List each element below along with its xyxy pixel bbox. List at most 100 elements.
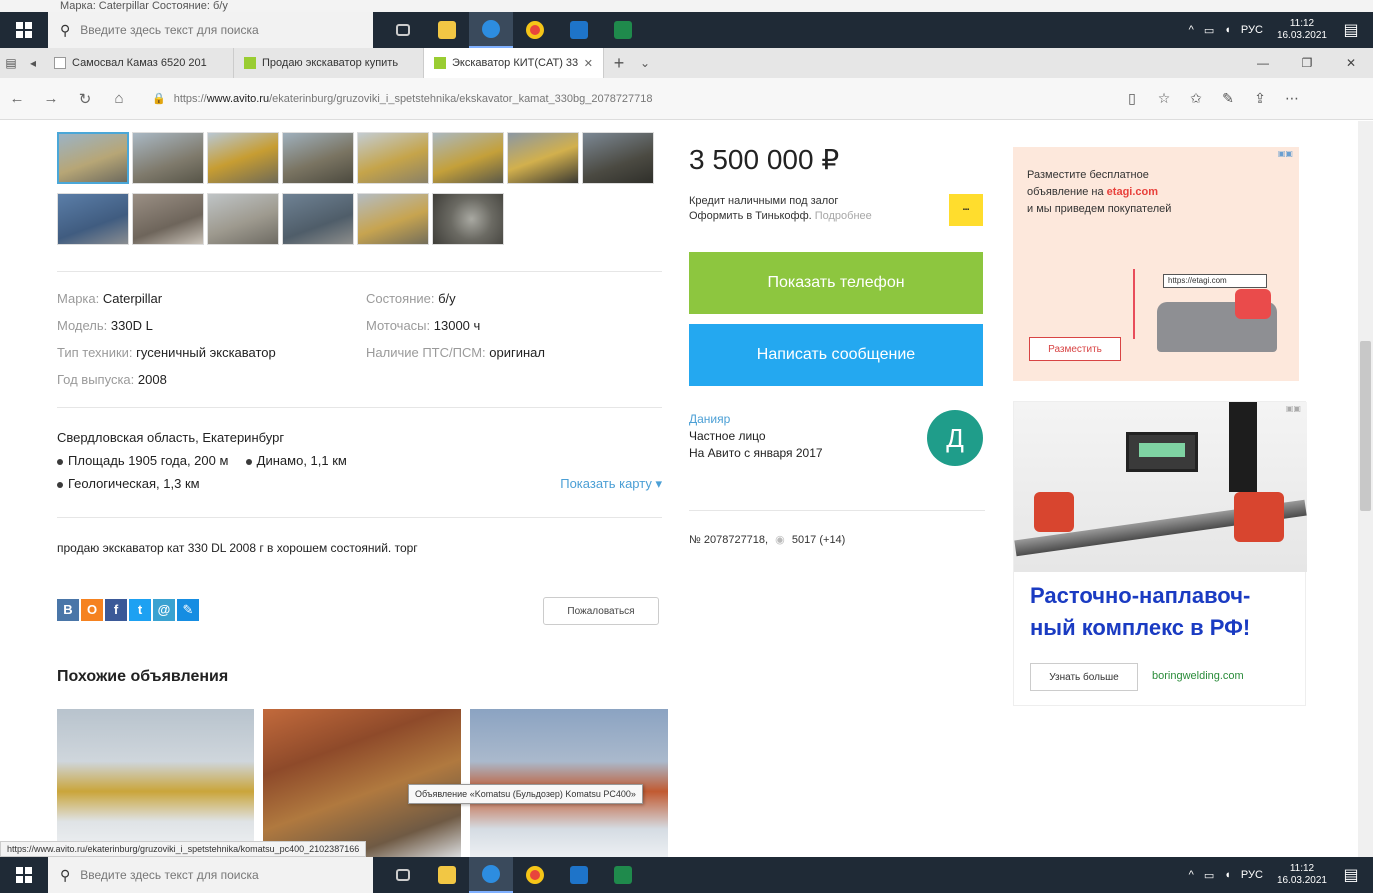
gallery-thumb[interactable] [432, 132, 504, 184]
ad-choices-icon[interactable]: ▣▣ [1278, 149, 1293, 158]
favorites-icon[interactable]: ✩ [1180, 90, 1212, 107]
more-icon[interactable]: ⋯ [1276, 90, 1308, 107]
ad-boringwelding[interactable]: ▣▣ Расточно-наплавоч- ный комплекс в РФ!… [1013, 401, 1307, 706]
pen-icon[interactable]: ✎ [1212, 90, 1244, 107]
chevron-down-icon[interactable]: ⌄ [634, 56, 656, 70]
outlook-icon[interactable] [557, 12, 601, 48]
gallery-thumb[interactable] [207, 132, 279, 184]
ad2-domain[interactable]: boringwelding.com [1152, 670, 1244, 682]
seller-since: На Авито с января 2017 [689, 446, 823, 460]
reading-view-icon[interactable]: ▯ [1116, 90, 1148, 107]
chrome-icon[interactable] [513, 12, 557, 48]
vk-icon[interactable]: В [57, 599, 79, 621]
gallery-thumb[interactable] [357, 132, 429, 184]
address-block: Свердловская область, Екатеринбург Площа… [57, 426, 662, 495]
task-view-icon[interactable] [381, 12, 425, 48]
network-icon[interactable]: ▭ [1204, 24, 1214, 37]
write-message-button[interactable]: Написать сообщение [689, 324, 983, 386]
ok-icon[interactable]: О [81, 599, 103, 621]
taskbar-search[interactable]: ⚲ Введите здесь текст для поиска [48, 12, 373, 48]
refresh-icon[interactable]: ↻ [68, 90, 102, 108]
excel-icon[interactable] [601, 12, 645, 48]
livejournal-icon[interactable]: ✎ [177, 599, 199, 621]
edge-icon[interactable] [469, 857, 513, 893]
tab-kamaz[interactable]: Самосвал Камаз 6520 201 [44, 48, 234, 78]
similar-item-image[interactable] [57, 709, 254, 859]
gallery-thumb[interactable] [132, 132, 204, 184]
clock[interactable]: 11:12 16.03.2021 [1277, 18, 1327, 42]
param-key: Марка: [57, 291, 100, 306]
new-tab-button[interactable]: + [604, 53, 634, 74]
excel-icon[interactable] [601, 857, 645, 893]
metro-dot-icon [57, 458, 63, 465]
close-window-button[interactable]: ✕ [1329, 56, 1373, 70]
show-map-link[interactable]: Показать карту ▾ [560, 472, 662, 495]
gallery-thumb[interactable] [57, 193, 129, 245]
taskbar-bottom: ⚲ Введите здесь текст для поиска ^ ▭ ◖ Р… [0, 857, 1373, 893]
gallery-thumb[interactable] [282, 193, 354, 245]
tray-chevron-icon[interactable]: ^ [1189, 24, 1194, 36]
network-icon[interactable]: ▭ [1204, 869, 1214, 882]
start-button[interactable] [0, 857, 48, 893]
taskbar-search-placeholder: Введите здесь текст для поиска [80, 868, 259, 882]
page-content: Марка: Caterpillar Модель: 330D L Тип те… [0, 121, 1358, 862]
ad-choices-icon[interactable]: ▣▣ [1286, 404, 1301, 413]
share-icon[interactable]: ⇪ [1244, 90, 1276, 107]
close-tab-icon[interactable]: ✕ [584, 57, 593, 70]
facebook-icon[interactable]: f [105, 599, 127, 621]
notifications-icon[interactable]: ▤ [1337, 12, 1365, 48]
credit-line: Кредит наличными под залог [689, 195, 839, 207]
ad-etagi[interactable]: ▣▣ Разместите бесплатное объявление на e… [1013, 147, 1299, 381]
file-explorer-icon[interactable] [425, 12, 469, 48]
minimize-button[interactable]: — [1241, 56, 1285, 70]
chrome-icon[interactable] [513, 857, 557, 893]
complain-button[interactable]: Пожаловаться [543, 597, 659, 625]
task-view-icon[interactable] [381, 857, 425, 893]
language-indicator[interactable]: РУС [1241, 869, 1263, 881]
outlook-icon[interactable] [557, 857, 601, 893]
restore-button[interactable]: ❐ [1285, 56, 1329, 70]
show-phone-button[interactable]: Показать телефон [689, 252, 983, 314]
tab-excavator-cat[interactable]: Экскаватор КИТ(CAT) 33 ✕ [424, 48, 604, 78]
url-field[interactable]: 🔒 https://www.avito.ru/ekaterinburg/gruz… [146, 86, 1106, 112]
param-key: Состояние: [366, 291, 435, 306]
gallery-thumb[interactable] [507, 132, 579, 184]
clock[interactable]: 11:12 16.03.2021 [1277, 863, 1327, 887]
taskbar-search[interactable]: ⚲ Введите здесь текст для поиска [48, 857, 373, 893]
gallery-thumb[interactable] [132, 193, 204, 245]
mail-icon[interactable]: @ [153, 599, 175, 621]
back-icon[interactable]: ← [0, 90, 34, 107]
scrollbar-thumb[interactable] [1360, 341, 1371, 511]
tab-list-icon[interactable]: ▤ [0, 56, 22, 70]
tab-excavator-buy[interactable]: Продаю экскаватор купить [234, 48, 424, 78]
volume-icon[interactable]: ◖ [1224, 869, 1231, 881]
volume-icon[interactable]: ◖ [1224, 24, 1231, 36]
language-indicator[interactable]: РУС [1241, 24, 1263, 36]
file-explorer-icon[interactable] [425, 857, 469, 893]
credit-more-link[interactable]: Подробнее [815, 210, 872, 222]
start-button[interactable] [0, 12, 48, 48]
gallery-thumb[interactable] [282, 132, 354, 184]
tab-back-icon[interactable]: ◂ [22, 56, 44, 70]
ad1-line: объявление на [1027, 186, 1104, 198]
page-scrollbar[interactable] [1358, 121, 1373, 862]
ad1-place-button[interactable]: Разместить [1029, 337, 1121, 361]
home-icon[interactable]: ⌂ [102, 90, 136, 107]
gallery-thumb[interactable] [357, 193, 429, 245]
twitter-icon[interactable]: t [129, 599, 151, 621]
clamp-icon [1034, 492, 1074, 532]
description: продаю экскаватор кат 330 DL 2008 г в хо… [57, 541, 418, 555]
leaked-text: Марка: Caterpillar Состояние: б/у [60, 0, 228, 12]
forward-icon[interactable]: → [34, 90, 68, 107]
gallery-thumb[interactable] [57, 132, 129, 184]
edge-icon[interactable] [469, 12, 513, 48]
favorite-star-icon[interactable]: ☆ [1148, 90, 1180, 107]
gallery-thumb[interactable] [432, 193, 504, 245]
gallery-thumb[interactable] [207, 193, 279, 245]
seller-avatar[interactable]: Д [927, 410, 983, 466]
tray-chevron-icon[interactable]: ^ [1189, 869, 1194, 881]
gallery-thumb[interactable] [582, 132, 654, 184]
ad2-learn-more-button[interactable]: Узнать больше [1030, 663, 1138, 691]
notifications-icon[interactable]: ▤ [1337, 857, 1365, 893]
seller-name[interactable]: Данияр [689, 411, 823, 428]
